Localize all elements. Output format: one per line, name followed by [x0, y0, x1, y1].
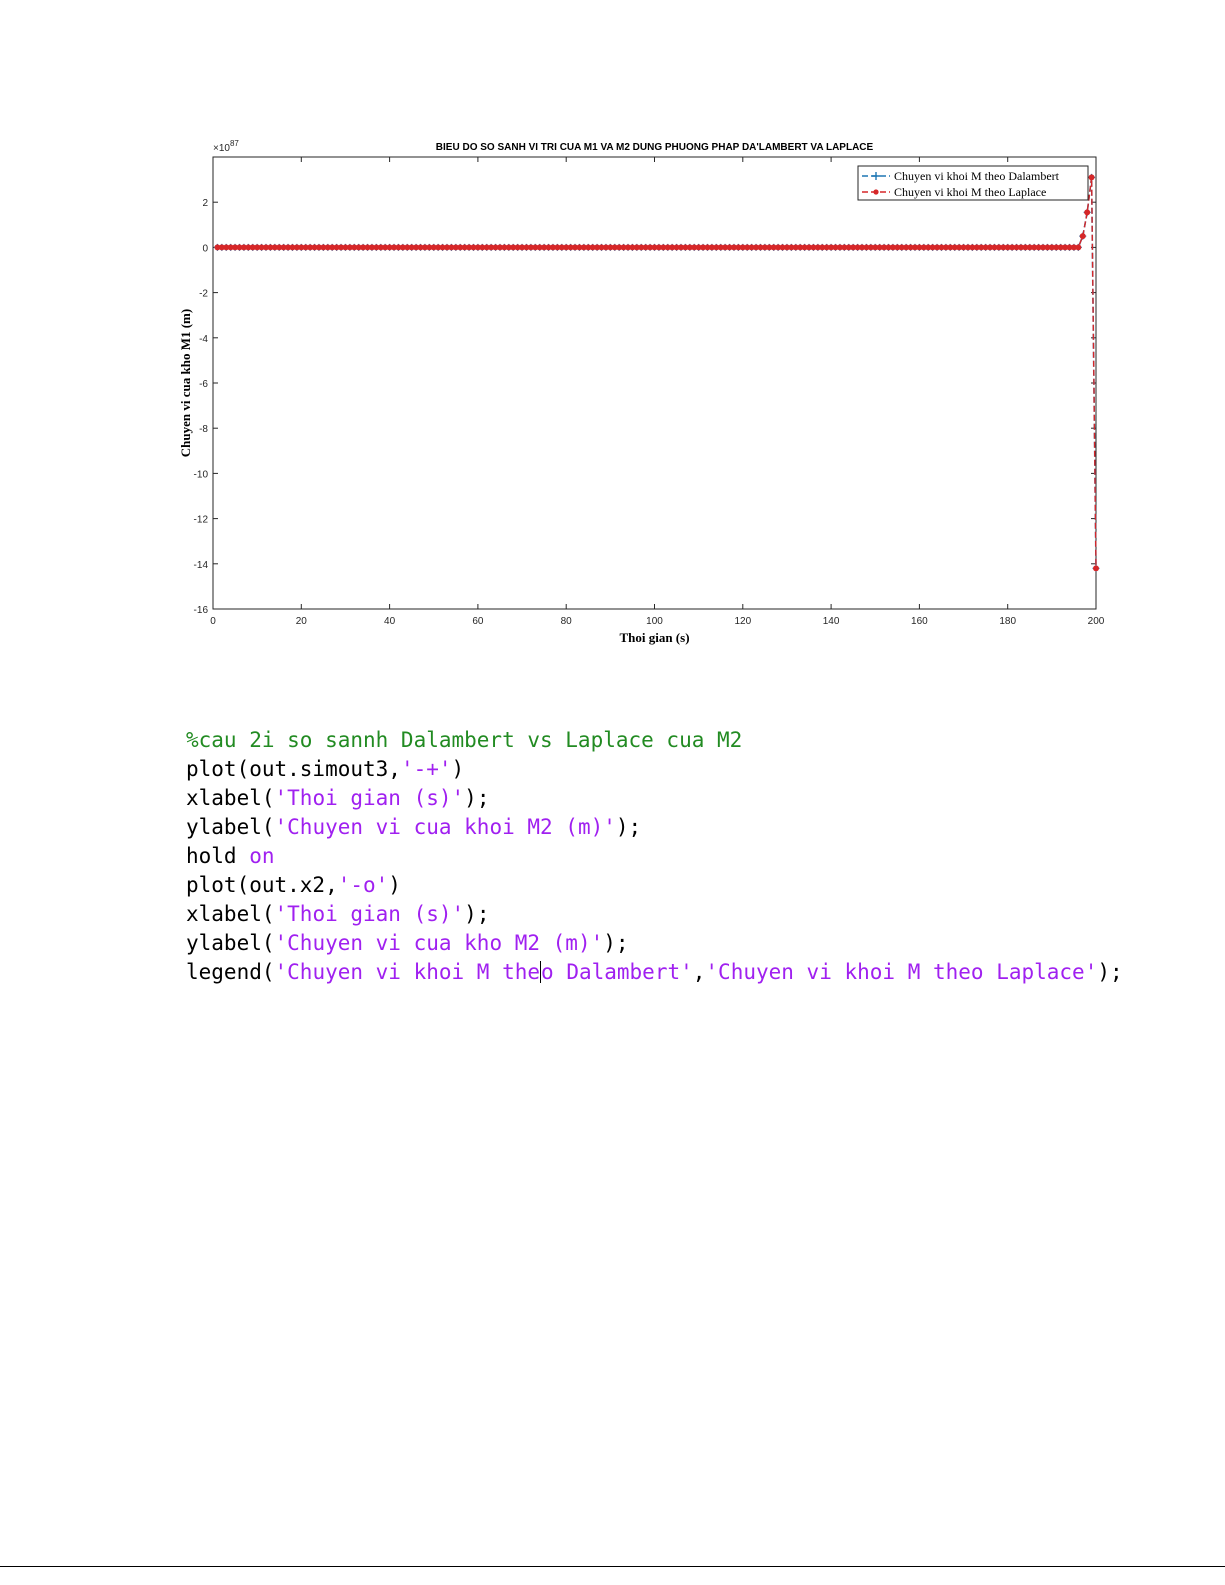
y-exponent-label: ×1087	[213, 139, 239, 154]
code-token-plain: ylabel(	[186, 815, 275, 839]
code-token-plain: );	[464, 902, 490, 926]
code-token-plain: hold	[186, 844, 250, 868]
code-token-plain: )	[451, 757, 465, 781]
code-token-plain: );	[603, 931, 629, 955]
code-token-plain: )	[388, 873, 401, 897]
code-line: ylabel('Chuyen vi cua khoi M2 (m)');	[186, 813, 1186, 842]
x-tick-label: 20	[296, 616, 308, 627]
code-token-string: 'Thoi gian (s)'	[274, 902, 465, 926]
code-token-plain: legend(	[186, 960, 275, 984]
x-tick-label: 80	[561, 616, 573, 627]
code-line: %cau 2i so sannh Dalambert vs Laplace cu…	[186, 726, 1186, 755]
y-tick-label: 0	[202, 243, 208, 254]
x-tick-label: 40	[384, 616, 396, 627]
matlab-code-block: %cau 2i so sannh Dalambert vs Laplace cu…	[186, 726, 1186, 987]
y-tick-label: -4	[199, 334, 208, 345]
plot-area-box	[212, 156, 1097, 610]
data-point-laplace	[1093, 565, 1100, 572]
code-token-string: 'Chuyen vi cua khoi M2 (m)'	[274, 815, 616, 839]
y-tick-label: -2	[199, 289, 208, 300]
code-token-string: '-+'	[400, 757, 452, 781]
x-tick-label: 60	[472, 616, 484, 627]
page-bottom-rule	[0, 1566, 1225, 1567]
code-token-string: o Dalambert'	[541, 960, 693, 984]
y-tick-label: -6	[199, 379, 208, 390]
code-token-plain: ,	[692, 960, 706, 984]
data-point-laplace	[1075, 244, 1082, 251]
code-line: hold on	[186, 842, 1186, 871]
code-line: legend('Chuyen vi khoi M theo Dalambert'…	[186, 958, 1186, 987]
code-line: xlabel('Thoi gian (s)');	[186, 784, 1186, 813]
y-tick-label: -14	[194, 560, 209, 571]
code-token-plain: ylabel(	[186, 931, 275, 955]
code-token-plain: );	[464, 786, 490, 810]
code-token-string: 'Thoi gian (s)'	[274, 786, 465, 810]
code-token-string: 'Chuyen vi cua kho M2 (m)'	[274, 931, 604, 955]
code-token-plain: xlabel(	[186, 902, 275, 926]
code-line: plot(out.simout3,'-+')	[186, 755, 1186, 784]
code-token-keyword: on	[249, 844, 275, 868]
legend-label-dalambert: Chuyen vi khoi M theo Dalambert	[894, 169, 1060, 183]
code-token-plain: plot(out.simout3,	[186, 757, 401, 781]
data-point-laplace	[1084, 209, 1091, 216]
y-tick-label: -16	[194, 605, 209, 616]
x-tick-label: 180	[999, 616, 1016, 627]
y-tick-label: -12	[194, 515, 209, 526]
comparison-chart: 0 20 40 60 80 100 120 140 160 180 20020-2-4-6-8-10…	[178, 139, 1105, 645]
code-line: ylabel('Chuyen vi cua kho M2 (m)');	[186, 929, 1186, 958]
chart-title: BIEU DO SO SANH VI TRI CUA M1 VA M2 DUNG…	[436, 142, 874, 153]
code-line: plot(out.x2,'-o')	[186, 871, 1186, 900]
matlab-figure: 0 20 40 60 80 100 120 140 160 180 200 2 0 -2 -4 -6 -8 -10…	[170, 135, 1120, 655]
code-token-string: 'Chuyen vi khoi M theo Laplace'	[705, 960, 1098, 984]
x-tick-label: 140	[823, 616, 840, 627]
y-tick-label: -8	[199, 424, 208, 435]
x-tick-label: 120	[734, 616, 751, 627]
legend-marker-laplace	[873, 189, 879, 195]
y-tick-label: 2	[202, 198, 208, 209]
data-point-laplace	[1088, 174, 1095, 181]
y-tick-label: -10	[194, 469, 209, 480]
code-token-string: '-o'	[337, 873, 389, 897]
data-point-laplace	[1079, 233, 1086, 240]
x-axis-label: Thoi gian (s)	[619, 630, 689, 645]
code-token-plain: xlabel(	[186, 786, 275, 810]
x-tick-label: 200	[1088, 616, 1105, 627]
x-tick-label: 160	[911, 616, 928, 627]
code-token-string: 'Chuyen vi khoi M the	[274, 960, 541, 984]
legend-label-laplace: Chuyen vi khoi M theo Laplace	[894, 185, 1046, 199]
code-token-comment: %cau 2i so sannh Dalambert vs Laplace cu…	[186, 728, 743, 752]
x-tick-label: 100	[646, 616, 663, 627]
x-tick-label: 0	[210, 616, 216, 627]
code-line: xlabel('Thoi gian (s)');	[186, 900, 1186, 929]
y-axis-label: Chuyen vi cua kho M1 (m)	[178, 309, 193, 457]
code-token-plain: );	[1097, 960, 1123, 984]
code-token-plain: plot(out.x2,	[186, 873, 338, 897]
code-token-plain: );	[615, 815, 642, 839]
